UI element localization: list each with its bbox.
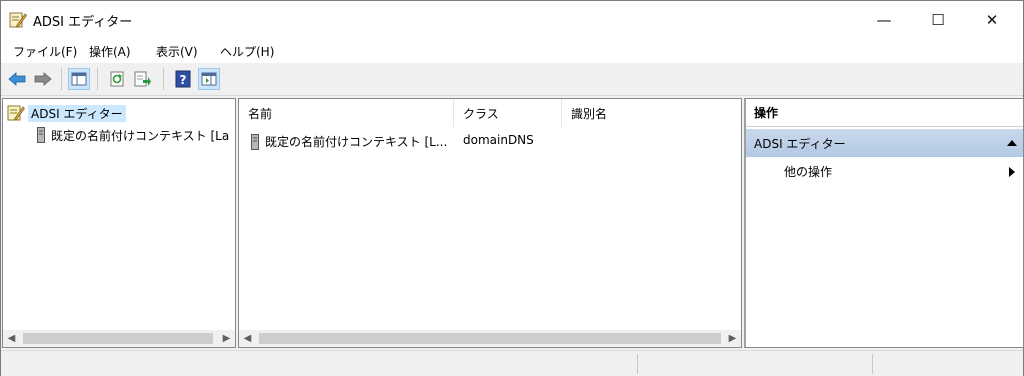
actions-pane: 操作 ADSI エディター 他の操作: [744, 98, 1024, 348]
column-header-label: 名前: [248, 106, 273, 121]
actions-header: 操作: [746, 99, 1023, 127]
console-tree-pane[interactable]: ADSI エディター 既定の名前付けコンテキスト [La ◀ ▶: [2, 98, 236, 348]
show-hide-action-pane-icon: [201, 72, 217, 86]
toolbar: ?: [1, 63, 1023, 96]
adsi-editor-icon: [7, 105, 25, 121]
forward-icon: [34, 72, 52, 86]
minimize-icon: —: [876, 11, 892, 29]
show-hide-console-tree-icon: [71, 72, 87, 86]
back-button[interactable]: [7, 69, 27, 89]
refresh-icon: [110, 71, 124, 87]
menu-view[interactable]: 表示(V): [156, 43, 198, 60]
svg-text:?: ?: [180, 73, 187, 87]
tree-root-label: ADSI エディター: [28, 104, 126, 122]
refresh-button[interactable]: [107, 69, 127, 89]
cell-class: domainDNS: [463, 133, 534, 147]
help-icon: ?: [175, 70, 191, 88]
tree-root-node[interactable]: ADSI エディター: [7, 104, 126, 122]
toolbar-separator: [61, 68, 62, 90]
column-header-name[interactable]: 名前: [239, 99, 454, 127]
minimize-button[interactable]: —: [861, 1, 907, 39]
maximize-button[interactable]: ☐: [915, 1, 961, 39]
forward-button[interactable]: [33, 69, 53, 89]
close-button[interactable]: ✕: [969, 1, 1015, 39]
scrollbar-thumb[interactable]: [23, 333, 213, 344]
menu-file[interactable]: ファイル(F): [13, 43, 77, 60]
actions-section-adsi-editor[interactable]: ADSI エディター: [746, 129, 1023, 157]
tree-item-label: 既定の名前付けコンテキスト [La: [51, 128, 230, 143]
list-horizontal-scrollbar[interactable]: ◀ ▶: [239, 330, 741, 347]
result-list-pane[interactable]: 名前 クラス 識別名 既定の名前付けコンテキスト [L... domainDNS…: [238, 98, 742, 348]
cell-name: 既定の名前付けコンテキスト [L...: [251, 133, 447, 150]
action-more-actions[interactable]: 他の操作: [784, 163, 832, 180]
cell-name-text: 既定の名前付けコンテキスト [L...: [265, 135, 448, 149]
maximize-icon: ☐: [931, 11, 945, 29]
close-icon: ✕: [985, 11, 999, 29]
menu-bar: ファイル(F) 操作(A) 表示(V) ヘルプ(H): [1, 39, 1023, 63]
main-window: ADSI エディター — ☐ ✕ ファイル(F) 操作(A) 表示(V) ヘルプ…: [0, 0, 1024, 376]
submenu-arrow-icon[interactable]: [1009, 167, 1015, 177]
scroll-left-icon[interactable]: ◀: [239, 330, 256, 347]
scrollbar-thumb[interactable]: [259, 333, 721, 344]
title-bar: ADSI エディター — ☐ ✕: [1, 1, 1023, 39]
column-header-label: 識別名: [571, 106, 608, 121]
toolbar-separator: [97, 68, 98, 90]
status-bar: [1, 350, 1023, 376]
export-list-button[interactable]: [133, 69, 153, 89]
scroll-left-icon[interactable]: ◀: [3, 330, 20, 347]
server-icon: [251, 133, 259, 150]
show-hide-action-pane-button[interactable]: [198, 68, 220, 90]
scroll-right-icon[interactable]: ▶: [724, 330, 741, 347]
table-row[interactable]: 既定の名前付けコンテキスト [L... domainDNS: [239, 131, 729, 151]
collapse-up-icon[interactable]: [1007, 140, 1017, 146]
column-header-dn[interactable]: 識別名: [562, 99, 742, 127]
help-button[interactable]: ?: [173, 69, 193, 89]
server-icon: [37, 127, 45, 143]
column-header-class[interactable]: クラス: [454, 99, 562, 127]
scroll-right-icon[interactable]: ▶: [218, 330, 235, 347]
actions-section-label: ADSI エディター: [754, 136, 846, 151]
back-icon: [8, 72, 26, 86]
menu-help[interactable]: ヘルプ(H): [220, 43, 274, 60]
status-separator: [872, 354, 873, 374]
menu-action[interactable]: 操作(A): [89, 43, 131, 60]
column-header-label: クラス: [463, 106, 499, 121]
toolbar-separator: [163, 68, 164, 90]
status-separator: [637, 354, 638, 374]
window-title: ADSI エディター: [33, 15, 133, 30]
tree-item-default-naming-context[interactable]: 既定の名前付けコンテキスト [La: [37, 126, 229, 144]
tree-horizontal-scrollbar[interactable]: ◀ ▶: [3, 330, 235, 347]
export-list-icon: [134, 71, 151, 87]
adsi-editor-app-icon: [9, 11, 27, 29]
show-hide-console-tree-button[interactable]: [68, 68, 90, 90]
